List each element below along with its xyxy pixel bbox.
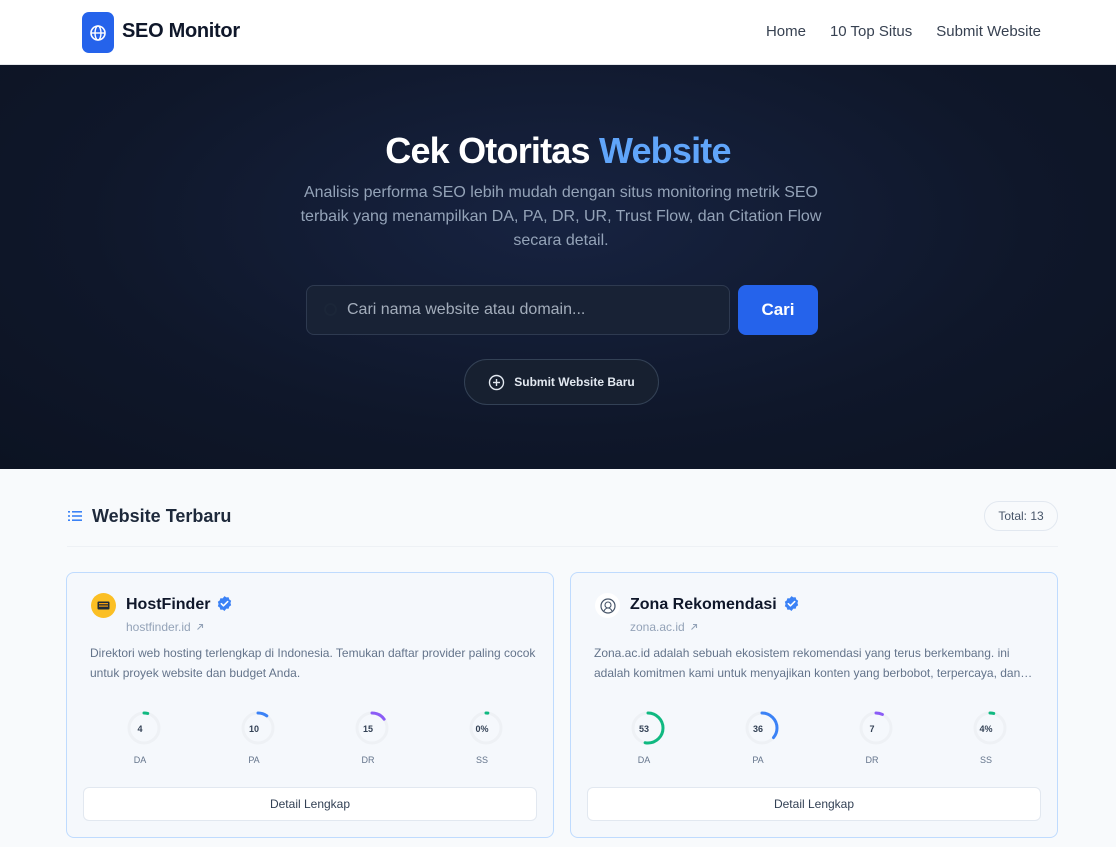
external-link-icon bbox=[690, 623, 697, 630]
card-domain-text: hostfinder.id bbox=[126, 620, 191, 634]
logo-icon[interactable] bbox=[82, 12, 114, 53]
zona-favicon-icon bbox=[595, 593, 620, 618]
metric-value: 7 bbox=[869, 724, 875, 734]
card-name-text: HostFinder bbox=[126, 596, 211, 613]
search-button[interactable]: Cari bbox=[738, 285, 818, 335]
search-box bbox=[306, 285, 730, 335]
search-icon bbox=[324, 303, 337, 316]
nav-submit-website[interactable]: Submit Website bbox=[936, 23, 1041, 40]
website-card-hostfinder[interactable]: HostFinder hostfinder.id Direktori web h… bbox=[66, 572, 554, 838]
metric-da: 4 DA bbox=[83, 701, 197, 773]
metric-label: SS bbox=[475, 755, 488, 765]
submit-website-label: Submit Website Baru bbox=[514, 375, 635, 389]
list-icon bbox=[68, 511, 82, 521]
brand-name[interactable]: SEO Monitor bbox=[122, 20, 240, 43]
hostfinder-favicon-icon bbox=[91, 593, 116, 618]
card-domain[interactable]: hostfinder.id bbox=[126, 620, 205, 634]
card-name[interactable]: HostFinder bbox=[126, 595, 233, 614]
metric-label: DA bbox=[133, 755, 147, 765]
metric-value: 10 bbox=[248, 724, 259, 734]
metric-pa: 10 PA bbox=[197, 701, 311, 773]
metric-value: 36 bbox=[752, 724, 763, 734]
hero-title-accent: Website bbox=[598, 130, 732, 171]
section-title: Website Terbaru bbox=[92, 506, 232, 526]
main-nav: Home 10 Top Situs Submit Website bbox=[766, 23, 1041, 40]
metric-da: 53 DA bbox=[587, 701, 701, 773]
metric-value: 53 bbox=[638, 724, 649, 734]
card-name[interactable]: Zona Rekomendasi bbox=[630, 595, 800, 614]
submit-website-button[interactable]: Submit Website Baru bbox=[464, 359, 659, 405]
card-domain-text: zona.ac.id bbox=[630, 620, 685, 634]
metric-label: PA bbox=[248, 755, 260, 765]
metric-label: DA bbox=[637, 755, 651, 765]
metrics-row: 4 DA 10 PA 15 DR 0% SS bbox=[83, 701, 539, 773]
metric-value: 4% bbox=[979, 724, 993, 734]
card-domain[interactable]: zona.ac.id bbox=[630, 620, 699, 634]
nav-top-sites[interactable]: 10 Top Situs bbox=[830, 23, 912, 40]
hero-description: Analisis performa SEO lebih mudah dengan… bbox=[300, 184, 822, 249]
detail-button[interactable]: Detail Lengkap bbox=[587, 787, 1041, 821]
external-link-icon bbox=[196, 623, 203, 630]
section-divider bbox=[67, 546, 1058, 547]
hero-title-main: Cek Otoritas bbox=[385, 130, 599, 171]
metric-ss: 4% SS bbox=[929, 701, 1043, 773]
metrics-row: 53 DA 36 PA 7 DR 4% SS bbox=[587, 701, 1043, 773]
search-input[interactable] bbox=[347, 286, 717, 334]
card-description: Zona.ac.id adalah sebuah ekosistem rekom… bbox=[594, 646, 1021, 680]
plus-circle-icon bbox=[489, 374, 505, 390]
nav-home[interactable]: Home bbox=[766, 23, 806, 40]
metric-dr: 15 DR bbox=[311, 701, 425, 773]
metric-label: PA bbox=[752, 755, 764, 765]
site-header: SEO Monitor Home 10 Top Situs Submit Web… bbox=[0, 0, 1116, 65]
hero-section bbox=[0, 65, 1116, 469]
verified-badge-icon bbox=[784, 596, 798, 611]
card-description: Direktori web hosting terlengkap di Indo… bbox=[90, 646, 536, 680]
metric-label: SS bbox=[979, 755, 992, 765]
metric-label: DR bbox=[865, 755, 879, 765]
metric-label: DR bbox=[361, 755, 375, 765]
metric-value: 4 bbox=[137, 724, 143, 734]
metric-dr: 7 DR bbox=[815, 701, 929, 773]
metric-pa: 36 PA bbox=[701, 701, 815, 773]
verified-badge-icon bbox=[218, 596, 232, 611]
metric-value: 15 bbox=[362, 724, 373, 734]
hero-title: Cek Otoritas Website bbox=[0, 130, 1116, 172]
card-name-text: Zona Rekomendasi bbox=[630, 596, 777, 613]
metric-value: 0% bbox=[475, 724, 489, 734]
website-card-zona-rekomendasi[interactable]: Zona Rekomendasi zona.ac.id Zona.ac.id a… bbox=[570, 572, 1058, 838]
detail-button[interactable]: Detail Lengkap bbox=[83, 787, 537, 821]
total-badge: Total: 13 bbox=[984, 501, 1058, 531]
metric-ss: 0% SS bbox=[425, 701, 539, 773]
